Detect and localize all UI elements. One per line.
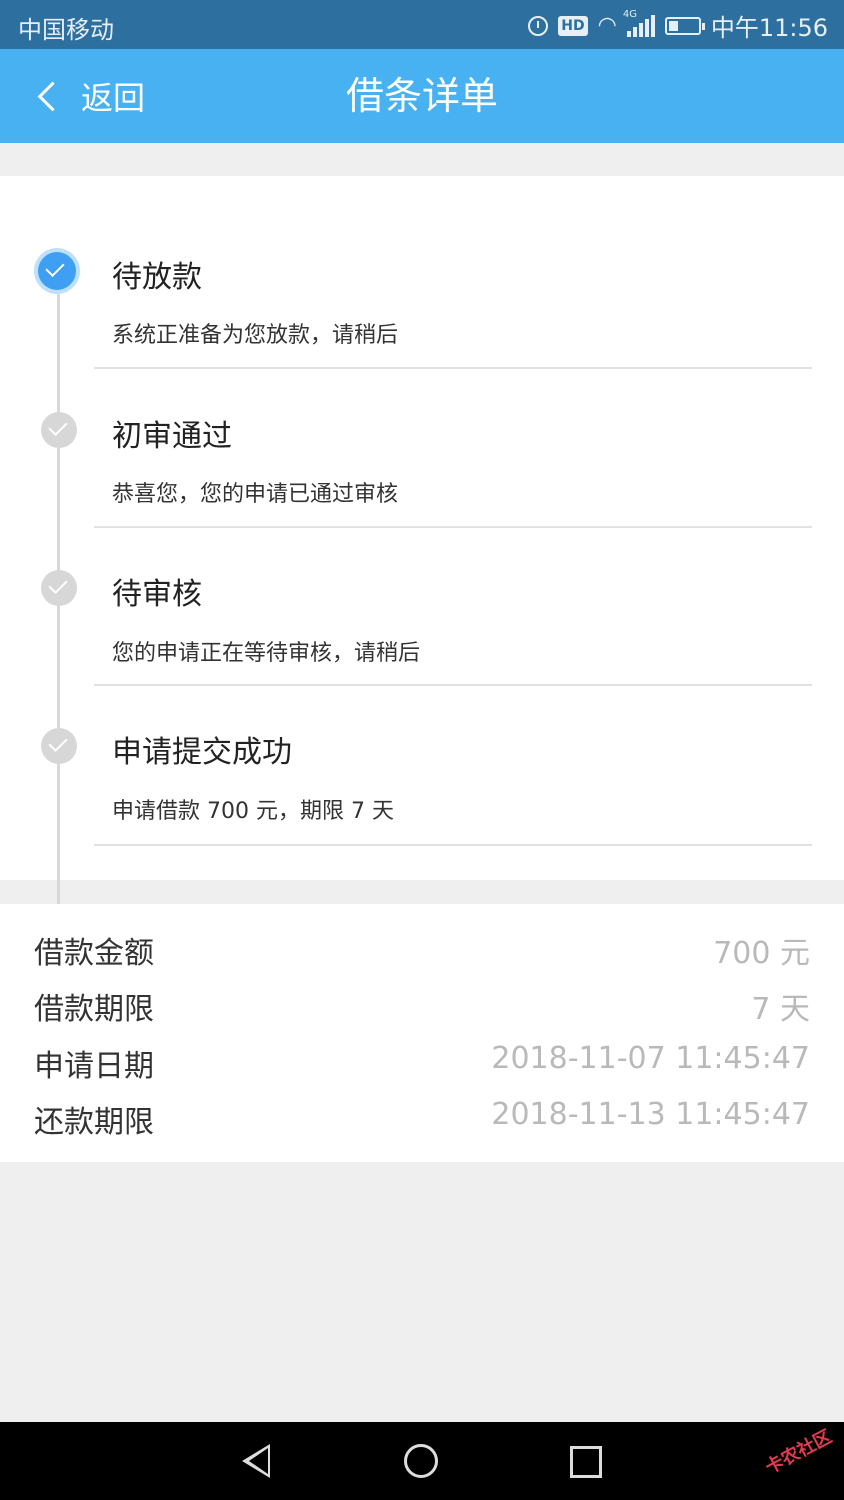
check-icon (48, 574, 68, 595)
signal-icon: 4G (623, 9, 655, 37)
wifi-icon: ◠ (597, 13, 617, 38)
step-status-dot (41, 570, 77, 606)
step-title: 初审通过 (112, 419, 232, 454)
battery-icon (664, 16, 705, 35)
detail-label: 借款期限 (34, 992, 154, 1027)
step-title: 待审核 (112, 577, 202, 612)
check-icon (45, 257, 65, 278)
timeline-step: 待放款 系统正准备为您放款，请稍后 (0, 176, 844, 369)
timeline-step: 申请提交成功 申请借款 700 元，期限 7 天 (0, 652, 844, 846)
detail-value: 2018-11-13 11:45:47 (491, 1097, 810, 1132)
back-label: 返回 (81, 79, 146, 117)
detail-row: 借款金额 700 元 (34, 928, 810, 978)
clock: 中午11:56 (710, 14, 828, 42)
nav-bar: 借条详单 返回 (0, 49, 844, 143)
detail-value: 2018-11-07 11:45:47 (491, 1041, 810, 1076)
status-bar: 中国移动 HD ◠ 4G 中午11:56 (0, 0, 844, 49)
detail-row: 还款期限 2018-11-13 11:45:47 (34, 1097, 810, 1147)
nav-home-icon[interactable] (404, 1444, 438, 1478)
detail-value: 7 天 (751, 992, 810, 1027)
step-status-dot (41, 728, 77, 764)
step-description: 申请借款 700 元，期限 7 天 (112, 799, 394, 824)
nav-recents-icon[interactable] (570, 1446, 602, 1478)
check-icon (48, 416, 68, 437)
back-button[interactable]: 返回 (36, 49, 145, 143)
alarm-icon (528, 15, 549, 36)
detail-label: 还款期限 (34, 1105, 154, 1140)
detail-row: 申请日期 2018-11-07 11:45:47 (34, 1041, 810, 1091)
check-icon (48, 732, 68, 753)
system-navigation-bar (0, 1422, 844, 1500)
hd-icon: HD (558, 15, 588, 36)
carrier-name: 中国移动 (18, 16, 114, 44)
loan-details: 借款金额 700 元 借款期限 7 天 申请日期 2018-11-07 11:4… (0, 904, 844, 1162)
step-status-dot (41, 412, 77, 448)
step-status-dot (38, 252, 76, 290)
nav-back-icon[interactable] (242, 1444, 270, 1478)
back-chevron-icon (37, 81, 68, 111)
timeline-step: 初审通过 恭喜您，您的申请已通过审核 (0, 334, 844, 528)
status-icons: HD ◠ 4G 中午11:56 (528, 8, 828, 43)
detail-label: 申请日期 (34, 1049, 154, 1084)
step-title: 待放款 (112, 260, 202, 295)
step-title: 申请提交成功 (112, 735, 292, 770)
step-divider (94, 844, 812, 846)
loan-status-timeline: 待放款 系统正准备为您放款，请稍后 初审通过 恭喜您，您的申请已通过审核 待审核… (0, 176, 844, 921)
detail-label: 借款金额 (34, 936, 154, 971)
detail-row: 借款期限 7 天 (34, 984, 810, 1034)
detail-value: 700 元 (713, 936, 810, 971)
timeline-step: 待审核 您的申请正在等待审核，请稍后 (0, 494, 844, 686)
network-type: 4G (622, 8, 637, 20)
